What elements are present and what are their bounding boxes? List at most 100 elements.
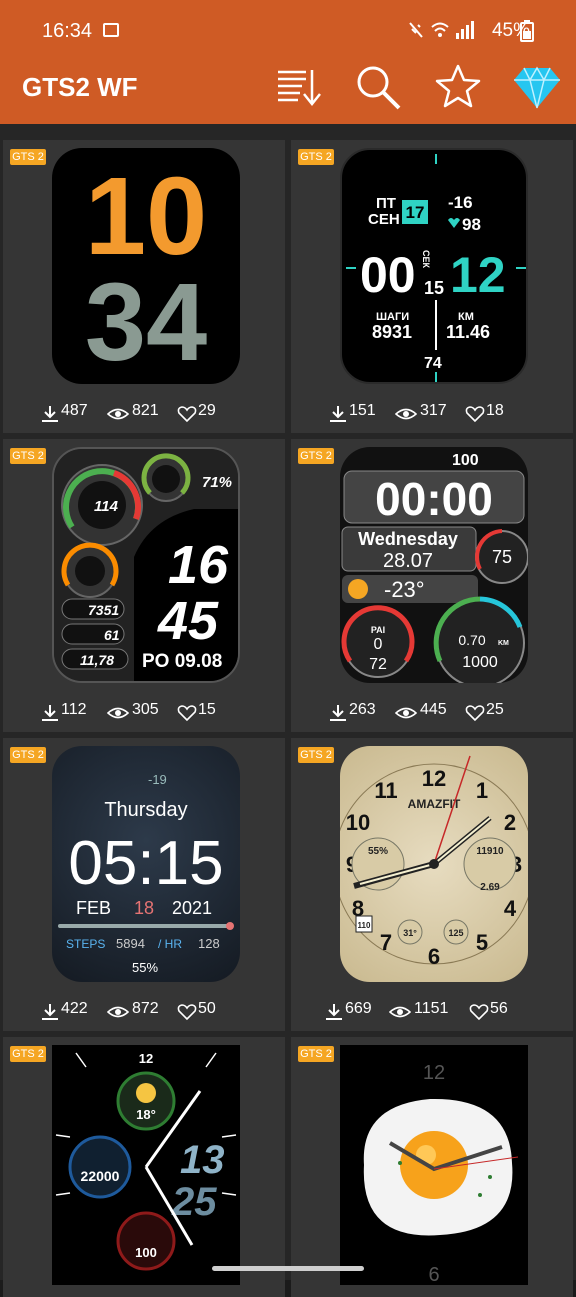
like-count: 18 (486, 402, 504, 419)
watchface-preview[interactable]: -19 Thursday 05:15 FEB 18 2021 STEPS 589… (52, 746, 240, 982)
view-count: 821 (132, 402, 159, 419)
watchface-card[interactable]: GTS 2 12639 1245 781011 AMAZFIT 55% 1191… (291, 738, 573, 1031)
face-time: 00:00 (375, 473, 493, 525)
heart-icon[interactable] (465, 704, 485, 722)
diamond-icon[interactable] (512, 62, 562, 110)
face-date: 110 (358, 921, 371, 930)
face-month: СЕН (368, 211, 400, 228)
svg-text:6: 6 (428, 944, 440, 969)
face-pai: 0 (374, 636, 383, 653)
card-stats: 112 305 15 (3, 701, 285, 725)
svg-text:2: 2 (504, 810, 516, 835)
watchface-card[interactable]: GTS 2 10 34 487 821 29 (3, 140, 285, 433)
watchface-preview[interactable]: 12 6 (340, 1045, 528, 1285)
sort-download-icon[interactable] (274, 62, 324, 110)
svg-text:1: 1 (476, 778, 488, 803)
heart-icon[interactable] (177, 1003, 197, 1021)
download-count: 669 (345, 1000, 372, 1017)
face-hr: 128 (198, 936, 220, 951)
download-count: 263 (349, 701, 376, 718)
face-battery: 71% (202, 474, 232, 491)
face-seconds: 15 (424, 278, 444, 298)
face-hr: 114 (94, 498, 119, 515)
view-count: 317 (420, 402, 447, 419)
eye-icon (107, 408, 129, 420)
watchface-preview[interactable]: 10 34 (52, 148, 240, 384)
status-bar: 16:34 45% (0, 0, 576, 60)
model-tag: GTS 2 (298, 1046, 334, 1062)
download-count: 422 (61, 1000, 88, 1017)
heart-icon[interactable] (465, 405, 485, 423)
like-count: 29 (198, 402, 216, 419)
watchface-card[interactable]: GTS 2 12 6 (291, 1037, 573, 1297)
watchface-card[interactable]: GTS 2 12 18° 22000 13 25 100 (3, 1037, 285, 1297)
model-tag: GTS 2 (298, 747, 334, 763)
face-pai-total: 72 (369, 656, 387, 673)
svg-text:11: 11 (374, 778, 397, 803)
face-minute: 34 (85, 261, 207, 384)
like-count: 56 (490, 1000, 508, 1017)
face-km: 11.46 (446, 322, 490, 342)
eye-icon (107, 1006, 129, 1018)
face-steps: 5894 (116, 936, 145, 951)
eye-icon (107, 707, 129, 719)
face-sec-label: СЕК (421, 250, 431, 269)
face-day: 18 (134, 898, 154, 918)
watchface-preview[interactable]: 114 71% 16 45 7351 61 11,78 PO 09.08 (52, 447, 240, 683)
face-hour: 13 (180, 1138, 225, 1182)
watchface-preview[interactable]: 100 00:00 Wednesday 28.07 75 -23° PAI 0 … (340, 447, 528, 683)
card-stats: 422 872 50 (3, 1000, 285, 1024)
watchface-card[interactable]: GTS 2 ПТ СЕН 17 -16 98 00 12 СЕК 15 ШАГИ… (291, 140, 573, 433)
face-dist: 11,78 (80, 652, 114, 668)
eye-icon (395, 408, 417, 420)
eye-icon (389, 1006, 411, 1018)
face-steps-label: STEPS (66, 937, 105, 951)
app-bar: GTS2 WF (0, 60, 576, 124)
face-hr-label: / HR (158, 937, 182, 951)
download-count: 151 (349, 402, 376, 419)
gesture-bar[interactable] (212, 1266, 364, 1271)
face-weekday: Wednesday (358, 529, 458, 549)
heart-icon[interactable] (177, 405, 197, 423)
like-count: 25 (486, 701, 504, 718)
svg-text:5: 5 (476, 930, 488, 955)
svg-text:12: 12 (422, 766, 446, 791)
watchface-preview[interactable]: ПТ СЕН 17 -16 98 00 12 СЕК 15 ШАГИ 8931 … (340, 148, 528, 384)
watchface-card[interactable]: GTS 2 114 71% 16 45 7351 61 11,78 PO 09.… (3, 439, 285, 732)
search-icon[interactable] (353, 62, 403, 110)
download-icon (330, 705, 346, 721)
face-battery: 74 (424, 355, 442, 372)
face-steps: 1000 (462, 654, 498, 671)
watchface-card[interactable]: GTS 2 100 00:00 Wednesday 28.07 75 -23° … (291, 439, 573, 732)
face-hr-pct: 55% (368, 846, 388, 857)
download-icon (42, 705, 58, 721)
face-hour: 16 (168, 535, 229, 595)
face-12: 12 (423, 1062, 445, 1084)
view-count: 1151 (414, 1000, 449, 1017)
face-month: FEB (76, 898, 111, 918)
heart-icon[interactable] (469, 1003, 489, 1021)
app-title: GTS2 WF (22, 72, 138, 102)
face-minutes: 12 (450, 247, 506, 303)
model-tag: GTS 2 (10, 448, 46, 464)
face-km: 0.70 (458, 632, 485, 648)
face-day: ПТ (376, 195, 396, 212)
face-temp: -16 (448, 193, 473, 212)
heart-icon[interactable] (177, 704, 197, 722)
face-hr: 98 (462, 215, 481, 234)
battery-icon (520, 20, 534, 42)
face-hr: 100 (135, 1245, 157, 1260)
model-tag: GTS 2 (10, 747, 46, 763)
watchface-preview[interactable]: 12 18° 22000 13 25 100 (52, 1045, 240, 1285)
gallery-notification-icon (103, 23, 119, 37)
face-hr: 125 (448, 928, 463, 938)
star-icon[interactable] (433, 62, 483, 110)
face-temp: -19 (148, 772, 167, 787)
model-tag: GTS 2 (298, 149, 334, 165)
download-icon (330, 406, 346, 422)
like-count: 15 (198, 701, 216, 718)
face-6: 6 (428, 1264, 439, 1285)
like-count: 50 (198, 1000, 216, 1017)
watchface-card[interactable]: GTS 2 -19 Thursday 05:15 FEB 18 2021 STE… (3, 738, 285, 1031)
watchface-preview[interactable]: 12639 1245 781011 AMAZFIT 55% 11910 2.69… (340, 746, 528, 982)
